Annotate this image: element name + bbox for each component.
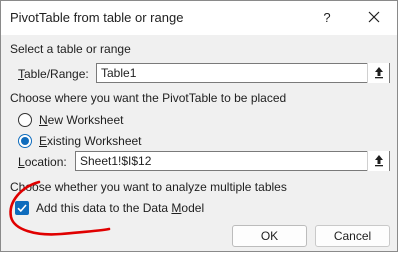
- pivottable-dialog: PivotTable from table or range ? Select …: [0, 0, 398, 252]
- help-button[interactable]: ?: [317, 9, 337, 27]
- table-range-value: Table1: [101, 66, 137, 80]
- table-range-input[interactable]: Table1: [96, 63, 390, 83]
- data-model-checkbox-row[interactable]: Add this data to the Data Model: [15, 200, 204, 216]
- radio-new-worksheet-button[interactable]: [18, 113, 32, 127]
- table-section-heading: Select a table or range: [10, 42, 131, 56]
- data-model-checkbox[interactable]: [15, 201, 29, 215]
- location-collapse-button[interactable]: [367, 151, 389, 171]
- data-model-checkbox-label: Add this data to the Data Model: [36, 201, 205, 215]
- close-button[interactable]: [363, 8, 385, 28]
- ok-button[interactable]: OK: [232, 225, 307, 247]
- location-value: Sheet1!$I$12: [80, 154, 152, 168]
- multi-table-section-heading: Choose whether you want to analyze multi…: [10, 180, 287, 194]
- location-label: Location:: [18, 155, 67, 169]
- placement-section-heading: Choose where you want the PivotTable to …: [10, 91, 287, 105]
- radio-new-worksheet[interactable]: New Worksheet: [18, 112, 123, 128]
- table-range-label: Table/Range:: [18, 67, 89, 81]
- checkmark-icon: [17, 204, 27, 213]
- title-bar: PivotTable from table or range ?: [1, 1, 397, 35]
- cancel-button[interactable]: Cancel: [315, 225, 390, 247]
- collapse-dialog-icon: [374, 67, 383, 79]
- dialog-title: PivotTable from table or range: [10, 10, 184, 25]
- close-icon: [368, 11, 380, 23]
- collapse-dialog-icon: [374, 155, 383, 167]
- radio-existing-worksheet-button[interactable]: [18, 134, 32, 148]
- radio-existing-worksheet[interactable]: Existing Worksheet: [18, 133, 142, 149]
- location-input[interactable]: Sheet1!$I$12: [75, 151, 390, 171]
- table-range-collapse-button[interactable]: [367, 63, 389, 83]
- radio-new-worksheet-label: New Worksheet: [39, 113, 124, 127]
- radio-existing-worksheet-label: Existing Worksheet: [39, 134, 142, 148]
